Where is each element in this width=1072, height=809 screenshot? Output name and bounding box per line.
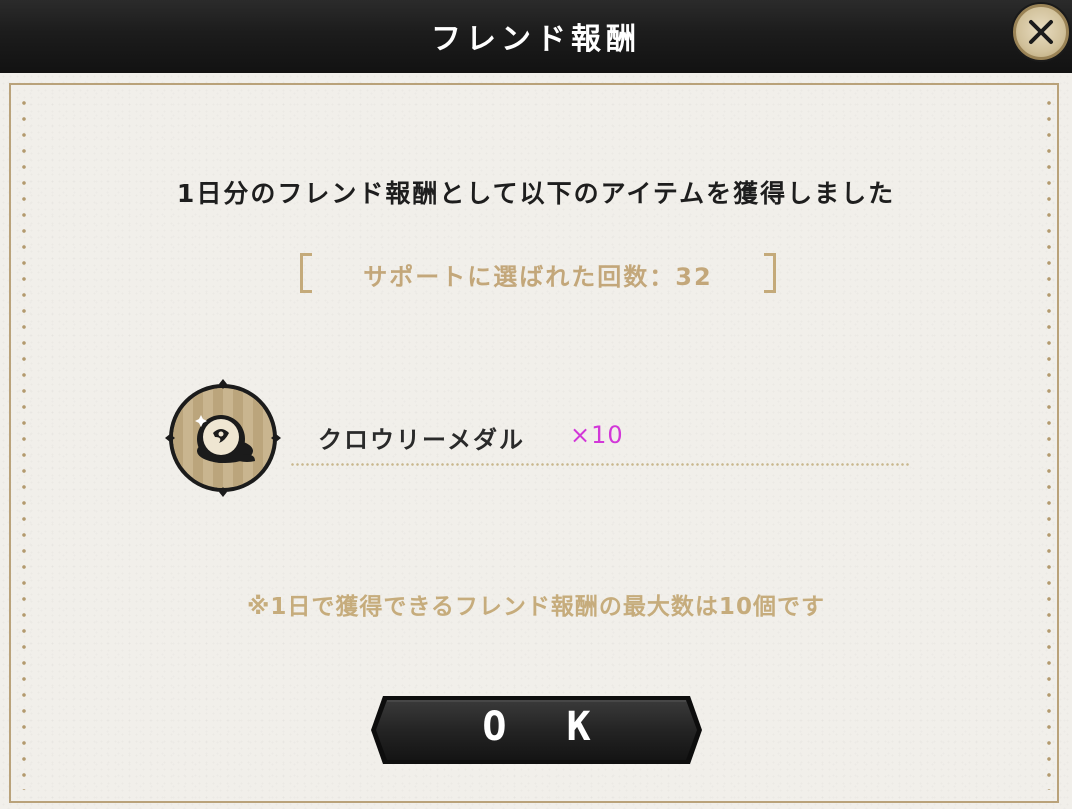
support-count-box: サポートに選ばれた回数：32: [300, 253, 776, 297]
close-button[interactable]: [1013, 4, 1069, 60]
reward-message: 1日分のフレンド報酬として以下のアイテムを獲得しました: [176, 179, 896, 208]
crowley-medal-icon: [163, 375, 283, 501]
reward-item-name: クロウリーメダル: [318, 426, 526, 454]
title-bar: フレンド報酬: [0, 0, 1072, 73]
item-divider: [290, 463, 910, 466]
close-x-icon: [1029, 20, 1053, 44]
friend-reward-dialog: フレンド報酬 1日分のフレンド報酬として以下のアイテムを獲得しました サポートに…: [0, 0, 1072, 809]
ok-button-label: O K: [482, 704, 609, 750]
dialog-title: フレンド報酬: [431, 22, 641, 57]
dialog-body: 1日分のフレンド報酬として以下のアイテムを獲得しました サポートに選ばれた回数：…: [0, 73, 1072, 809]
support-count-text: サポートに選ばれた回数：32: [363, 263, 713, 291]
reward-item-quantity: ×10: [570, 421, 624, 449]
max-reward-note: ※1日で獲得できるフレンド報酬の最大数は10個です: [247, 594, 825, 620]
bracket-right: [764, 253, 776, 293]
ok-button[interactable]: O K: [369, 692, 704, 768]
